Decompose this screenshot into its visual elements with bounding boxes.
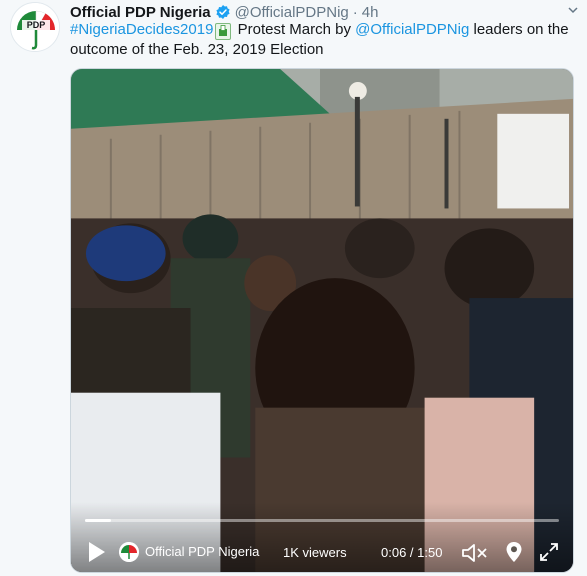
- video-channel-name[interactable]: Official PDP Nigeria: [145, 544, 259, 559]
- video-timecode: 0:06 / 1:50: [381, 545, 443, 560]
- video-controls: Official PDP Nigeria 1K viewers 0:06 / 1…: [71, 502, 573, 572]
- avatar-logo-text: PDP: [27, 20, 46, 30]
- username-handle[interactable]: @OfficialPDPNig: [235, 4, 349, 21]
- verified-badge-icon: [215, 4, 231, 20]
- mention-link[interactable]: @OfficialPDPNig: [355, 21, 469, 38]
- volume-muted-icon[interactable]: [461, 542, 489, 564]
- hashtag-link[interactable]: #NigeriaDecides2019: [70, 21, 213, 38]
- display-name[interactable]: Official PDP Nigeria: [70, 4, 211, 21]
- tweet-timestamp[interactable]: 4h: [362, 4, 379, 21]
- profile-avatar[interactable]: PDP: [10, 2, 60, 52]
- tweet-text-part1: Protest March by: [233, 21, 356, 38]
- video-progress-fill: [85, 519, 112, 522]
- video-progress-bar[interactable]: [85, 519, 559, 522]
- tweet[interactable]: PDP Official PDP Nigeria @OfficialPDPNig…: [0, 0, 587, 576]
- ballot-box-emoji-icon: [215, 22, 232, 40]
- video-frame: [71, 69, 573, 572]
- location-pin-icon[interactable]: [505, 541, 523, 563]
- pdp-umbrella-logo-icon: [119, 542, 139, 562]
- viewer-count: 1K viewers: [283, 545, 347, 560]
- chevron-down-icon[interactable]: [567, 4, 579, 16]
- separator-dot: ·: [352, 3, 358, 21]
- tweet-header: Official PDP Nigeria @OfficialPDPNig · 4…: [70, 2, 378, 22]
- video-player[interactable]: Official PDP Nigeria 1K viewers 0:06 / 1…: [70, 68, 574, 573]
- channel-avatar[interactable]: [119, 542, 139, 562]
- pdp-umbrella-logo-icon: PDP: [11, 3, 59, 51]
- fullscreen-icon[interactable]: [539, 542, 559, 562]
- play-icon[interactable]: [87, 540, 107, 564]
- tweet-text: #NigeriaDecides2019 Protest March by @Of…: [70, 20, 580, 60]
